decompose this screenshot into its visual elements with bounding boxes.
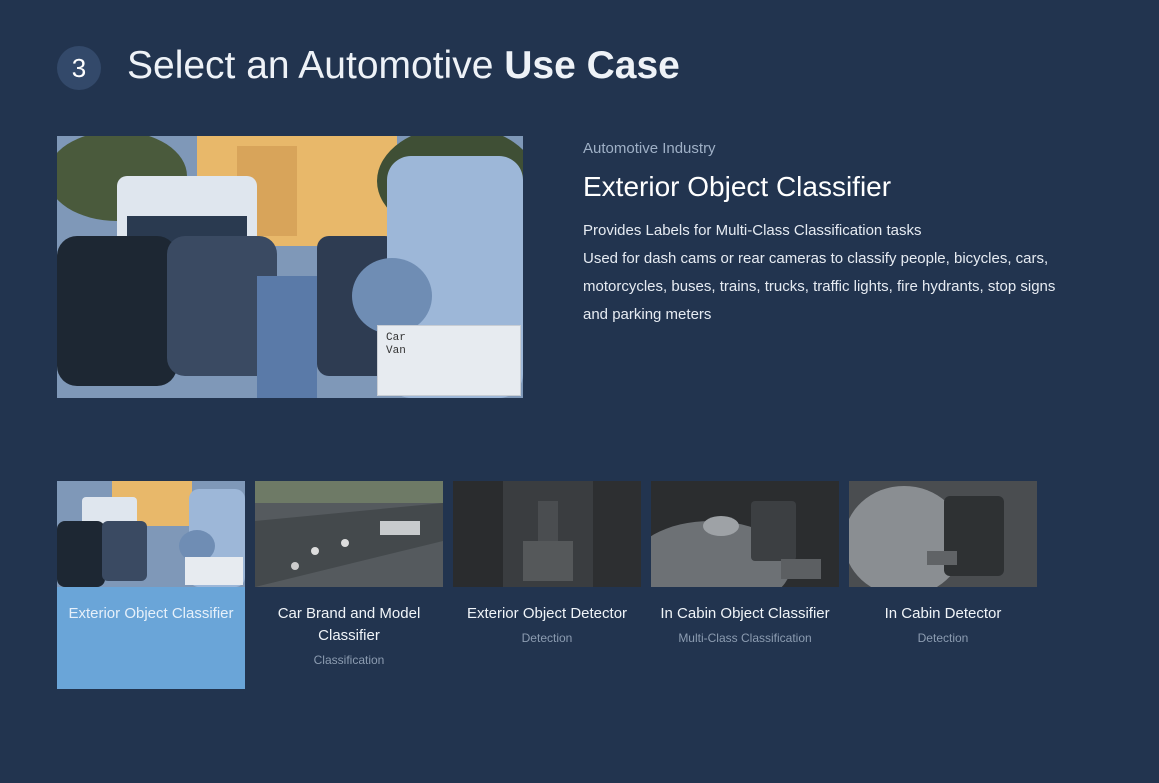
street-thumbnail-image	[453, 481, 641, 587]
card-thumbnail	[651, 481, 839, 587]
hero-image: Car Van	[57, 136, 523, 398]
page-title-emphasis: Use Case	[504, 44, 680, 87]
use-case-card-exterior-object-detector[interactable]: Exterior Object Detector Detection	[453, 481, 641, 689]
use-case-description: Provides Labels for Multi-Class Classifi…	[583, 217, 1063, 329]
card-thumbnail	[453, 481, 641, 587]
description-line: Provides Labels for Multi-Class Classifi…	[583, 222, 922, 239]
use-case-detail: Automotive Industry Exterior Object Clas…	[583, 140, 1063, 329]
card-thumbnail	[849, 481, 1037, 587]
card-subtitle: Classification	[313, 653, 385, 667]
card-title: Car Brand and Model Classifier	[277, 605, 421, 644]
card-subtitle: Multi-Class Classification	[678, 631, 812, 645]
card-subtitle: Detection	[917, 631, 969, 645]
use-case-cards: Exterior Object Classifier Car Brand and…	[57, 481, 1047, 689]
page-title: Select an Automotive Use Case	[127, 44, 680, 88]
card-title: In Cabin Detector	[884, 605, 1002, 622]
use-case-card-car-brand-model-classifier[interactable]: Car Brand and Model Classifier Classific…	[255, 481, 443, 689]
traffic-thumbnail-image	[57, 481, 245, 587]
use-case-card-in-cabin-object-classifier[interactable]: In Cabin Object Classifier Multi-Class C…	[651, 481, 839, 689]
cabin-detector-thumbnail-image	[849, 481, 1037, 587]
card-title: Exterior Object Detector	[466, 605, 628, 622]
industry-label: Automotive Industry	[583, 140, 716, 157]
hero-label-line: Van	[386, 345, 406, 357]
use-case-card-exterior-object-classifier[interactable]: Exterior Object Classifier	[57, 481, 245, 689]
highway-thumbnail-image	[255, 481, 443, 587]
page-title-prefix: Select an Automotive	[127, 44, 505, 87]
card-title: Exterior Object Classifier	[68, 605, 234, 622]
card-thumbnail	[57, 481, 245, 587]
card-thumbnail	[255, 481, 443, 587]
use-case-title: Exterior Object Classifier	[583, 171, 892, 202]
hero-classification-label: Car Van	[377, 325, 521, 396]
description-line: Used for dash cams or rear cameras to cl…	[583, 250, 1056, 323]
cabin-thumbnail-image	[651, 481, 839, 587]
card-title: In Cabin Object Classifier	[660, 605, 830, 622]
step-number-badge: 3	[57, 46, 101, 90]
hero-label-line: Car	[386, 332, 406, 344]
card-subtitle: Detection	[521, 631, 573, 645]
use-case-card-in-cabin-detector[interactable]: In Cabin Detector Detection	[849, 481, 1037, 689]
